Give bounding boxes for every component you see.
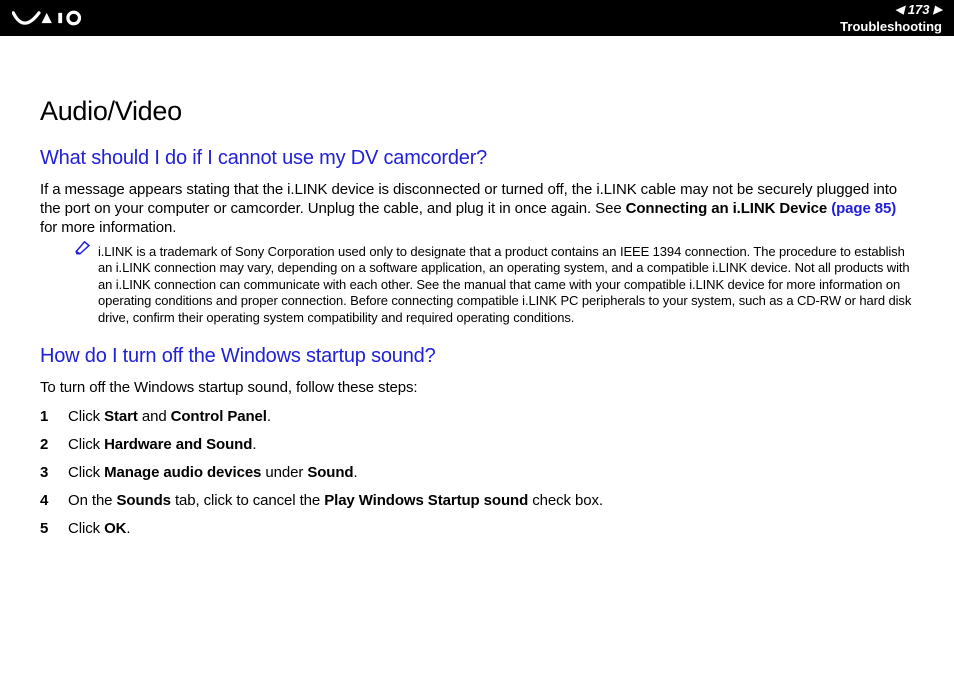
step-text: Click Hardware and Sound. bbox=[68, 433, 256, 457]
question-2-title: How do I turn off the Windows startup so… bbox=[40, 345, 914, 368]
section-title: Audio/Video bbox=[40, 96, 914, 127]
step-number: 1 bbox=[40, 405, 68, 429]
question-2-intro: To turn off the Windows startup sound, f… bbox=[40, 378, 914, 397]
q1-bold-ref: Connecting an i.LINK Device bbox=[626, 200, 832, 217]
header-section-label: Troubleshooting bbox=[840, 19, 942, 34]
step-item: 3 Click Manage audio devices under Sound… bbox=[40, 461, 914, 485]
header-bar: ◀ 173 ▶ Troubleshooting bbox=[0, 0, 954, 36]
step-item: 2 Click Hardware and Sound. bbox=[40, 433, 914, 457]
q1-text-b: for more information. bbox=[40, 219, 176, 236]
page-navigation: ◀ 173 ▶ bbox=[895, 2, 942, 17]
page-content: Audio/Video What should I do if I cannot… bbox=[0, 36, 954, 555]
question-1-paragraph: If a message appears stating that the i.… bbox=[40, 180, 914, 238]
step-item: 4 On the Sounds tab, click to cancel the… bbox=[40, 489, 914, 513]
page-number: 173 bbox=[908, 2, 930, 17]
step-item: 1 Click Start and Control Panel. bbox=[40, 405, 914, 429]
next-page-arrow[interactable]: ▶ bbox=[934, 3, 942, 16]
step-text: Click OK. bbox=[68, 517, 130, 541]
step-text: Click Manage audio devices under Sound. bbox=[68, 461, 358, 485]
step-text: Click Start and Control Panel. bbox=[68, 405, 271, 429]
note-block: i.LINK is a trademark of Sony Corporatio… bbox=[74, 244, 914, 327]
steps-list: 1 Click Start and Control Panel. 2 Click… bbox=[40, 405, 914, 541]
step-number: 4 bbox=[40, 489, 68, 513]
step-item: 5 Click OK. bbox=[40, 517, 914, 541]
vaio-logo bbox=[12, 9, 115, 27]
step-number: 3 bbox=[40, 461, 68, 485]
prev-page-arrow[interactable]: ◀ bbox=[895, 3, 903, 16]
note-icon bbox=[74, 238, 92, 327]
step-number: 2 bbox=[40, 433, 68, 457]
step-number: 5 bbox=[40, 517, 68, 541]
question-1-title: What should I do if I cannot use my DV c… bbox=[40, 147, 914, 170]
note-text: i.LINK is a trademark of Sony Corporatio… bbox=[98, 244, 914, 327]
step-text: On the Sounds tab, click to cancel the P… bbox=[68, 489, 603, 513]
q1-page-ref-link[interactable]: (page 85) bbox=[831, 200, 896, 217]
